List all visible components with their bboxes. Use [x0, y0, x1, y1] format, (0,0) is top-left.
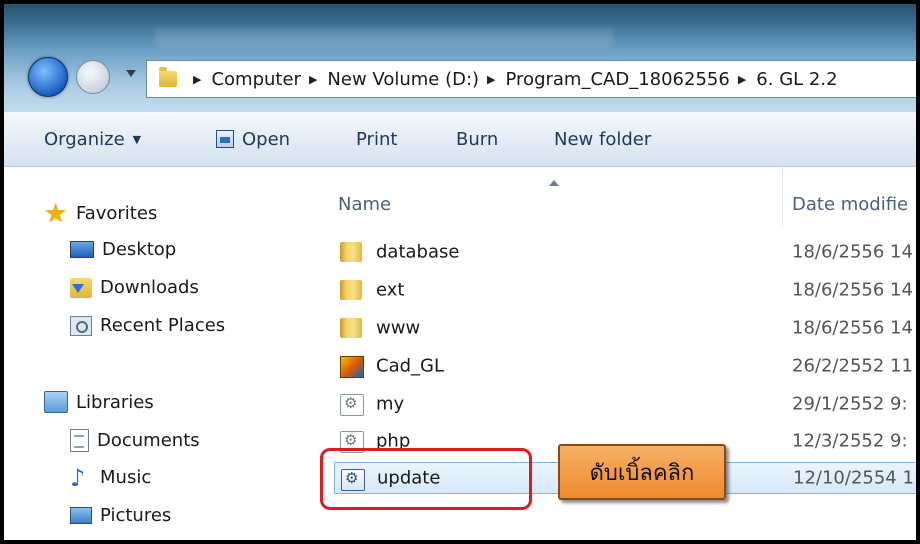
sort-ascending-icon [549, 180, 559, 186]
address-bar[interactable]: ▶ Computer ▶ New Volume (D:) ▶ Program_C… [146, 60, 916, 98]
pictures-icon [70, 507, 92, 524]
file-date: 12/3/2552 9: [792, 430, 908, 452]
organize-label: Organize [44, 128, 125, 150]
breadcrumb-computer[interactable]: Computer [211, 69, 300, 90]
sidebar-item-label: Favorites [76, 203, 158, 224]
print-label: Print [356, 128, 398, 150]
desktop-icon [70, 241, 94, 258]
folder-icon [340, 280, 362, 300]
file-date: 26/2/2552 11 [792, 355, 913, 377]
burn-button[interactable]: Burn [456, 112, 498, 166]
documents-icon [70, 429, 89, 452]
config-file-icon [340, 394, 364, 416]
sidebar-item-label: Recent Places [100, 315, 226, 336]
libraries-icon [44, 391, 68, 413]
explorer-window: ▶ Computer ▶ New Volume (D:) ▶ Program_C… [0, 0, 920, 544]
callout-label: ดับเบิ้ลคลิก [558, 444, 726, 500]
print-button[interactable]: Print [356, 112, 397, 166]
file-name: ext [376, 279, 405, 301]
file-row[interactable]: ext 18/6/2556 14 [334, 274, 916, 306]
forward-button[interactable] [76, 60, 110, 94]
file-row[interactable]: my 29/1/2552 9: [334, 388, 916, 420]
breadcrumb-program-cad[interactable]: Program_CAD_18062556 [506, 69, 730, 90]
sidebar-item-favorites[interactable]: ★ Favorites [44, 198, 158, 229]
recent-places-icon [70, 315, 92, 336]
sidebar-item-music[interactable]: ♪ Music [70, 463, 152, 492]
file-date: 12/10/2554 1 [793, 467, 914, 489]
burn-label: Burn [456, 128, 499, 150]
folder-icon [340, 318, 362, 338]
breadcrumb: ▶ Computer ▶ New Volume (D:) ▶ Program_C… [185, 69, 838, 90]
open-icon [216, 130, 234, 148]
sidebar-item-label: Music [100, 467, 152, 488]
new-folder-button[interactable]: New folder [554, 112, 651, 166]
navigation-pane: ★ Favorites Desktop Downloads Recent Pla… [4, 167, 314, 540]
file-row[interactable]: Cad_GL 26/2/2552 11 [334, 350, 916, 382]
window-title-bar: ▶ Computer ▶ New Volume (D:) ▶ Program_C… [4, 4, 916, 112]
file-row[interactable]: www 18/6/2556 14 [334, 312, 916, 344]
music-note-icon: ♪ [70, 463, 86, 492]
file-row[interactable]: database 18/6/2556 14 [334, 236, 916, 268]
downloads-icon [70, 277, 92, 298]
breadcrumb-new-volume[interactable]: New Volume (D:) [327, 69, 479, 90]
file-date: 18/6/2556 14 [792, 317, 913, 339]
file-name: database [376, 241, 460, 263]
chevron-right-icon[interactable]: ▶ [738, 73, 746, 86]
file-name: Cad_GL [376, 355, 445, 377]
file-date: 29/1/2552 9: [792, 393, 908, 415]
window-title-blurred [154, 28, 614, 48]
chevron-down-icon: ▼ [132, 132, 142, 146]
chevron-right-icon[interactable]: ▶ [309, 73, 317, 86]
sidebar-item-documents[interactable]: Documents [70, 429, 200, 452]
column-header-name[interactable]: Name [338, 194, 391, 215]
back-button[interactable] [28, 57, 68, 97]
file-date: 18/6/2556 14 [792, 241, 913, 263]
organize-button[interactable]: Organize ▼ [44, 112, 141, 166]
chevron-right-icon[interactable]: ▶ [193, 73, 201, 86]
sidebar-item-recent-places[interactable]: Recent Places [70, 315, 225, 336]
breadcrumb-gl[interactable]: 6. GL 2.2 [756, 69, 837, 90]
cad-shortcut-icon [340, 356, 364, 378]
file-name: www [376, 317, 421, 339]
sidebar-item-label: Desktop [102, 239, 177, 260]
file-name: my [376, 393, 405, 415]
recent-pages-dropdown-icon[interactable] [126, 70, 136, 77]
sidebar-item-label: Downloads [100, 277, 199, 298]
open-button[interactable]: Open [216, 112, 290, 166]
sidebar-item-libraries[interactable]: Libraries [44, 391, 154, 413]
column-divider [782, 166, 783, 226]
folder-icon [159, 67, 177, 87]
chevron-right-icon[interactable]: ▶ [487, 73, 495, 86]
sidebar-item-downloads[interactable]: Downloads [70, 277, 199, 298]
highlight-box [320, 448, 532, 510]
sidebar-item-desktop[interactable]: Desktop [70, 239, 176, 260]
folder-icon [340, 242, 362, 262]
star-icon: ★ [44, 198, 68, 229]
sidebar-item-label: Libraries [76, 391, 154, 413]
open-label: Open [242, 128, 291, 150]
sidebar-item-pictures[interactable]: Pictures [70, 505, 171, 526]
new-folder-label: New folder [554, 128, 652, 150]
file-date: 18/6/2556 14 [792, 279, 913, 301]
sidebar-item-label: Documents [97, 430, 200, 451]
sidebar-item-label: Pictures [100, 505, 172, 526]
column-header-date-modified[interactable]: Date modifie [792, 194, 908, 215]
command-bar: Organize ▼ Open Print Burn New folder [4, 112, 916, 167]
